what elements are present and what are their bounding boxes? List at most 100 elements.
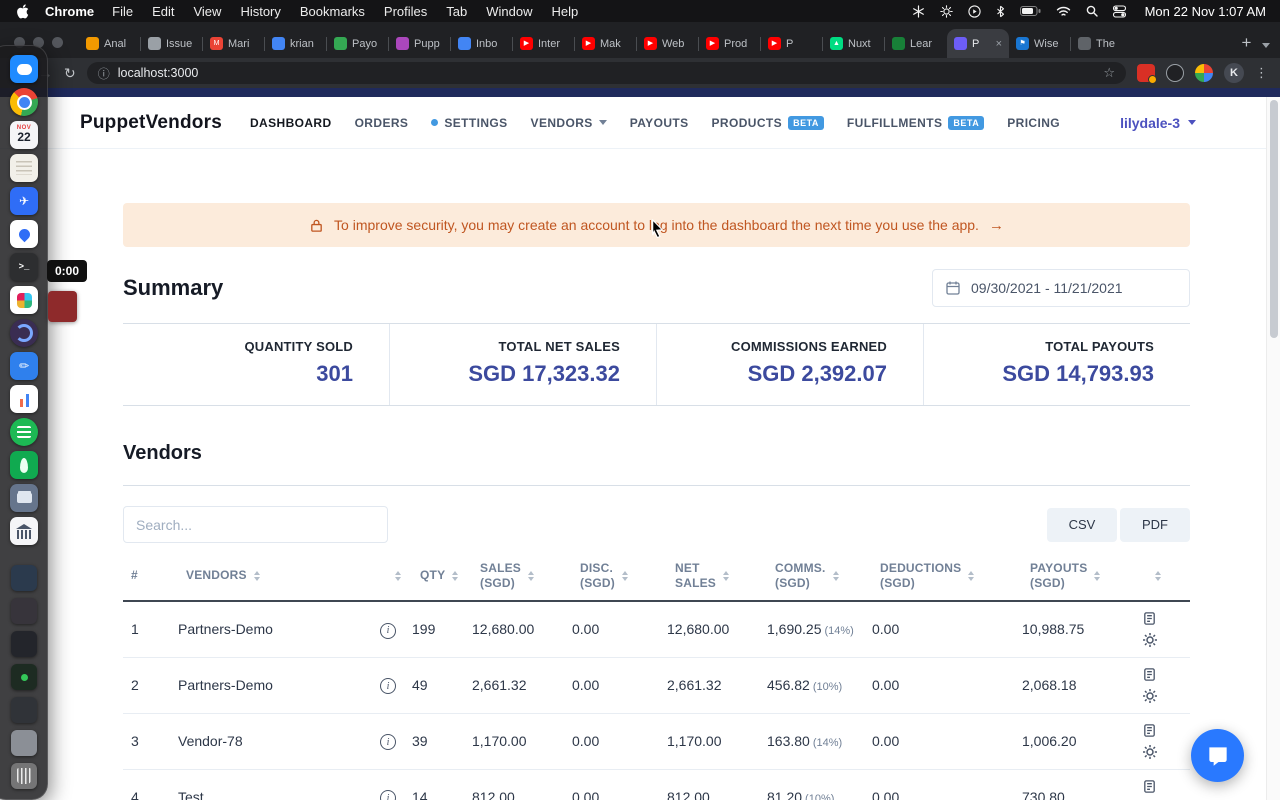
sort-icon[interactable]: [968, 570, 975, 581]
tab-puppetvendors[interactable]: P ×: [947, 29, 1009, 58]
sort-icon[interactable]: [528, 570, 535, 581]
sort-icon[interactable]: [452, 570, 459, 581]
dock-spotify-icon[interactable]: [9, 417, 39, 447]
dock-bank-app-icon[interactable]: [9, 516, 39, 546]
tab-analytics[interactable]: Anal: [79, 29, 141, 58]
reload-button[interactable]: ↻: [64, 65, 76, 82]
extension-icon-red[interactable]: [1137, 64, 1157, 84]
apple-menu-icon[interactable]: [16, 3, 29, 19]
dock-terminal-icon[interactable]: >_: [9, 252, 39, 282]
column-header[interactable]: DISC. (SGD): [580, 561, 667, 591]
address-bar[interactable]: ⓘ localhost:3000 ☆: [86, 62, 1126, 84]
nav-fulfillments[interactable]: FULFILLMENTS BETA: [847, 115, 985, 130]
tab-prod[interactable]: ▶ Prod: [698, 29, 761, 58]
dock-notes-icon[interactable]: [9, 153, 39, 183]
dock-editor-icon[interactable]: ✏: [9, 351, 39, 381]
export-csv-button[interactable]: CSV: [1047, 507, 1117, 542]
column-header[interactable]: QTY: [420, 568, 472, 583]
profile-avatar[interactable]: K: [1224, 63, 1244, 83]
column-header[interactable]: DEDUCTIONS (SGD): [880, 561, 1022, 591]
tab-issues[interactable]: Issue: [140, 29, 203, 58]
battery-icon[interactable]: [1019, 6, 1041, 16]
wifi-icon[interactable]: [1056, 6, 1071, 17]
dock-calendar-icon[interactable]: NOV 22: [9, 120, 39, 150]
tab-pupp[interactable]: Pupp: [388, 29, 451, 58]
vendor-search-input[interactable]: [123, 506, 388, 543]
tab-p-video[interactable]: ▶ P: [760, 29, 823, 58]
nav-orders[interactable]: ORDERS: [355, 116, 409, 130]
sort-icon[interactable]: [832, 570, 839, 581]
date-range-picker[interactable]: 09/30/2021 - 11/21/2021: [932, 269, 1190, 307]
menubar-menu-item[interactable]: Profiles: [384, 4, 427, 19]
info-icon[interactable]: i: [380, 734, 396, 751]
tab-mak[interactable]: ▶ Mak: [574, 29, 637, 58]
url-text[interactable]: localhost:3000: [118, 66, 1096, 80]
chrome-menu-icon[interactable]: ⋮: [1255, 65, 1268, 81]
sort-icon[interactable]: [1094, 570, 1101, 581]
column-header[interactable]: VENDORS: [186, 568, 380, 583]
window-zoom-button[interactable]: [52, 37, 63, 48]
site-info-icon[interactable]: ⓘ: [98, 65, 110, 82]
recording-stop-button[interactable]: [48, 291, 77, 322]
tab-nuxt[interactable]: ▲ Nuxt: [822, 29, 885, 58]
sort-icon[interactable]: [723, 570, 730, 581]
notes-icon[interactable]: [1142, 723, 1157, 738]
brightness-icon[interactable]: [939, 4, 953, 18]
dock-slack-icon[interactable]: [9, 285, 39, 315]
tab-inbox[interactable]: Inbo: [450, 29, 513, 58]
menubar-clock[interactable]: Mon 22 Nov 1:07 AM: [1145, 4, 1266, 19]
dock-window-thumb-2[interactable]: [9, 596, 39, 626]
nav-vendors[interactable]: VENDORS: [531, 116, 607, 130]
brand-logo[interactable]: PuppetVendors: [80, 112, 222, 134]
now-playing-icon[interactable]: [967, 4, 981, 18]
scrollbar-thumb[interactable]: [1269, 100, 1278, 338]
nav-pricing[interactable]: PRICING: [1007, 116, 1060, 130]
column-header[interactable]: COMMS. (SGD): [775, 561, 872, 591]
notes-icon[interactable]: [1142, 667, 1157, 682]
gear-icon[interactable]: [1142, 688, 1158, 704]
tab-krian[interactable]: krian: [264, 29, 327, 58]
dock-files-app-icon[interactable]: [9, 483, 39, 513]
menubar-menu-item[interactable]: File: [112, 4, 133, 19]
dock-window-thumb-6[interactable]: [9, 728, 39, 758]
nav-dashboard[interactable]: DASHBOARD: [250, 116, 332, 130]
extension-icon-colorful[interactable]: [1195, 64, 1213, 82]
export-pdf-button[interactable]: PDF: [1120, 507, 1190, 542]
menubar-menu-item[interactable]: Help: [552, 4, 579, 19]
tab-web[interactable]: ▶ Web: [636, 29, 699, 58]
dock-trash-icon[interactable]: [9, 761, 39, 791]
control-center-icon[interactable]: [1112, 4, 1126, 18]
dock-window-thumb-3[interactable]: [9, 629, 39, 659]
column-header[interactable]: PAYOUTS (SGD): [1030, 561, 1140, 591]
notes-icon[interactable]: [1142, 779, 1157, 794]
sort-icon[interactable]: [622, 570, 628, 581]
sort-icon[interactable]: [395, 570, 401, 581]
gear-icon[interactable]: [1142, 632, 1158, 648]
dock-window-thumb-4[interactable]: [9, 662, 39, 692]
dock-chrome-icon[interactable]: [9, 87, 39, 117]
menubar-menu-item[interactable]: Tab: [446, 4, 467, 19]
bookmark-star-icon[interactable]: ☆: [1103, 65, 1115, 81]
menubar-menu-item[interactable]: Window: [486, 4, 532, 19]
dock-database-app-icon[interactable]: [9, 450, 39, 480]
notes-icon[interactable]: [1142, 611, 1157, 626]
dock-telegram-icon[interactable]: ✈: [9, 186, 39, 216]
nav-settings[interactable]: SETTINGS: [431, 116, 507, 130]
spotlight-icon[interactable]: [1086, 5, 1098, 17]
new-tab-button[interactable]: +: [1233, 29, 1260, 56]
menubar-menu-item[interactable]: View: [193, 4, 221, 19]
tab-wise[interactable]: ⚑ Wise: [1009, 29, 1071, 58]
extension-icon-lens[interactable]: [1166, 64, 1184, 82]
tab-close-icon[interactable]: ×: [996, 38, 1002, 50]
menubar-menu-item[interactable]: Edit: [152, 4, 174, 19]
tab-the[interactable]: The: [1070, 29, 1133, 58]
sort-icon[interactable]: [1155, 570, 1161, 581]
tab-payo[interactable]: Payo: [326, 29, 389, 58]
gear-icon[interactable]: [1142, 744, 1158, 760]
menubar-menu-item[interactable]: History: [240, 4, 280, 19]
chat-widget-button[interactable]: [1191, 729, 1244, 782]
tab-lear[interactable]: Lear: [884, 29, 947, 58]
account-menu[interactable]: lilydale-3: [1120, 115, 1196, 131]
column-header[interactable]: #: [131, 568, 178, 583]
info-icon[interactable]: i: [380, 790, 396, 800]
